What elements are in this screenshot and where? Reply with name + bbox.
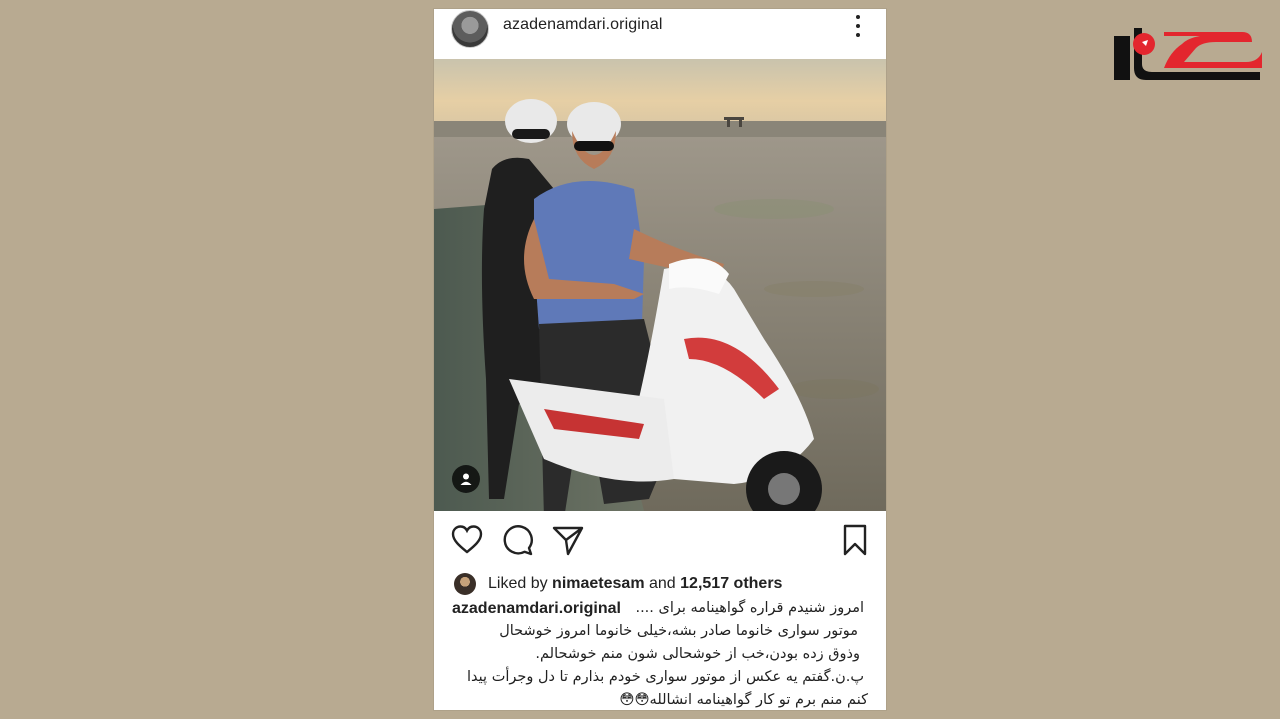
caption-line: کنم منم برم تو کار گواهینامه انشالله😳😳 <box>619 692 868 708</box>
share-icon[interactable] <box>551 523 585 557</box>
liked-by-and: and <box>649 575 676 592</box>
site-logo <box>1114 28 1262 80</box>
liked-by-user[interactable]: nimaetesam <box>552 575 645 593</box>
bookmark-icon[interactable] <box>838 523 872 557</box>
post-photo[interactable] <box>434 59 886 511</box>
user-tag-icon[interactable] <box>452 465 480 493</box>
likes-line: Liked by nimaetesam and 12,517 others <box>454 571 874 597</box>
person-icon <box>460 473 472 485</box>
caption-line: وذوق زده بودن،خب از خوشحالی شون منم خوشح… <box>535 646 860 662</box>
liked-by-prefix: Liked by <box>488 575 548 592</box>
post-header: azadenamdari.original <box>434 9 886 59</box>
heart-icon[interactable] <box>450 523 484 557</box>
instagram-post-card: azadenamdari.original Liked by nimaetesa… <box>434 9 886 710</box>
post-username[interactable]: azadenamdari.original <box>503 16 663 34</box>
post-actions <box>434 523 886 559</box>
caption-line: پ.ن.گفتم یه عکس از موتور سواری خودم بذار… <box>467 669 864 685</box>
caption-line: موتور سواری خانوما صادر بشه،خیلی خانوما … <box>499 623 858 639</box>
comment-icon[interactable] <box>500 523 534 557</box>
caption-line: امروز شنیدم قراره گواهینامه برای .... <box>635 600 864 616</box>
more-options-icon[interactable] <box>854 15 862 37</box>
profile-avatar[interactable] <box>451 10 489 48</box>
likes-count[interactable]: 12,517 others <box>680 575 782 593</box>
caption-username[interactable]: azadenamdari.original <box>452 597 621 620</box>
post-photo-image <box>434 59 886 511</box>
liker-avatar[interactable] <box>454 573 476 595</box>
